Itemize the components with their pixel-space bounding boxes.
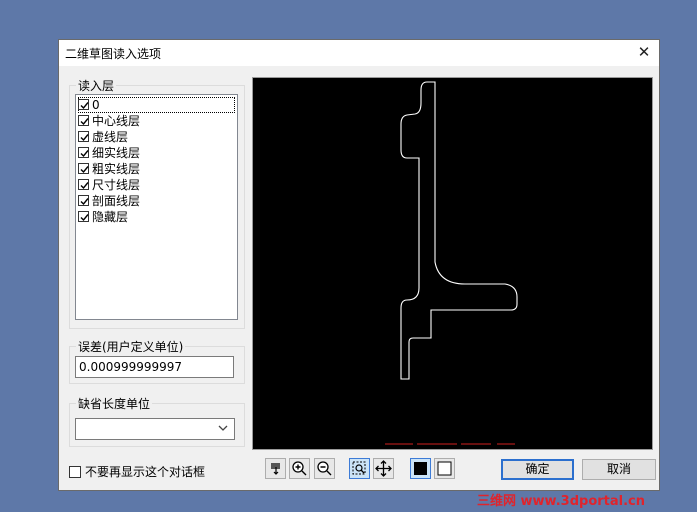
layer-checkbox[interactable] [78,147,89,158]
zoom-window-icon[interactable] [349,458,370,479]
zoom-in-icon[interactable] [289,458,310,479]
layer-checkbox[interactable] [78,115,89,126]
layer-item[interactable]: 0 [78,97,235,113]
zoom-out-icon[interactable] [314,458,335,479]
layer-name: 尺寸线层 [92,178,141,192]
layer-name: 0 [92,98,100,112]
layer-checkbox[interactable] [78,99,89,110]
tolerance-label: 误差(用户定义单位) [78,340,184,354]
watermark-text: 三维网 www.3dportal.cn [477,494,646,509]
tolerance-input[interactable]: 0.000999999997 [75,356,234,378]
close-icon[interactable]: ✕ [629,40,659,66]
dialog-title: 二维草图读入选项 [65,47,162,61]
chevron-down-icon [217,422,229,437]
layer-checkbox[interactable] [78,179,89,190]
preview-canvas[interactable] [252,77,653,450]
pan-icon[interactable] [373,458,394,479]
layer-name: 剖面线层 [92,194,141,208]
sketch-outline [385,81,518,445]
dont-show-checkbox-box[interactable] [69,466,81,478]
layer-name: 粗实线层 [92,162,141,176]
read-options-dialog: 二维草图读入选项 ✕ 读入层 0 中心线层虚线层细实线层粗实线层尺寸线层剖面线层隐… [58,39,660,491]
layer-name: 中心线层 [92,114,141,128]
ok-button[interactable]: 确定 [501,459,574,480]
layers-group-label: 读入层 [78,79,115,93]
pick-icon[interactable] [265,458,286,479]
layer-checkbox[interactable] [78,163,89,174]
layer-checkbox[interactable] [78,195,89,206]
cancel-button[interactable]: 取消 [582,459,656,480]
layer-name: 细实线层 [92,146,141,160]
default-unit-label: 缺省长度单位 [78,397,151,411]
black-background-icon[interactable] [410,458,431,479]
default-unit-select[interactable] [75,418,235,440]
dont-show-label: 不要再显示这个对话框 [85,465,206,479]
title-bar: 二维草图读入选项 ✕ [59,40,659,66]
white-background-icon[interactable] [434,458,455,479]
layer-checkbox[interactable] [78,131,89,142]
layer-name: 隐藏层 [92,210,129,224]
layer-checkbox[interactable] [78,211,89,222]
layer-name: 虚线层 [92,130,129,144]
layer-list[interactable]: 0 中心线层虚线层细实线层粗实线层尺寸线层剖面线层隐藏层 [75,94,238,320]
